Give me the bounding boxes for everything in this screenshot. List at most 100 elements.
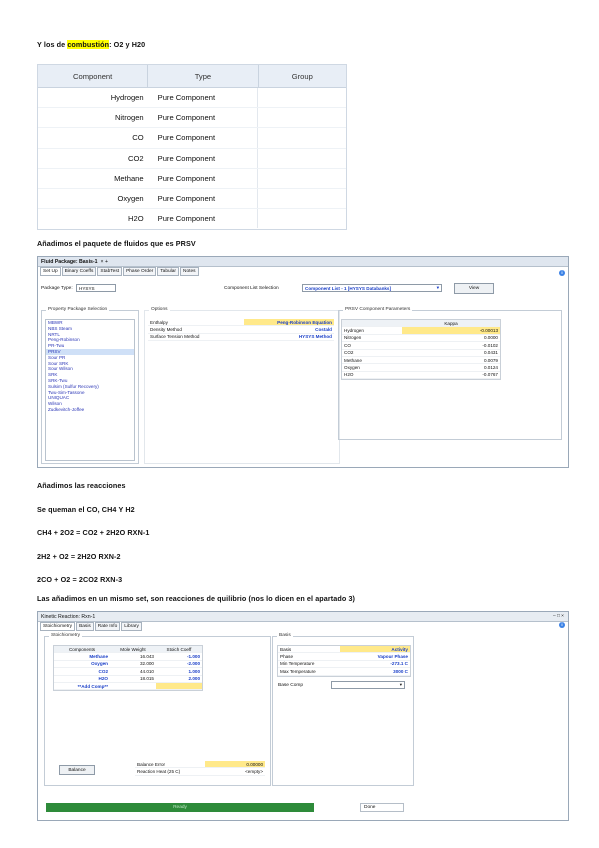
table-row[interactable]: Surface Tension Method HYSYS Method — [148, 334, 334, 342]
table-row[interactable]: Basis Activity — [278, 646, 410, 654]
balance-error-value: 0.00000 — [205, 761, 265, 768]
intro-suffix: : O2 y H20 — [109, 40, 146, 49]
cell-component: Hydrogen — [110, 93, 144, 103]
tab-library[interactable]: Library — [121, 622, 142, 631]
tab-stabtest[interactable]: StabTest — [97, 267, 123, 276]
param-value[interactable]: 0.0431 — [402, 350, 500, 356]
table-row[interactable]: Hydrogen Pure Component — [38, 88, 346, 109]
param-name: H2O — [344, 372, 354, 378]
window-title: Fluid Package: Basis-1 × + — [38, 257, 568, 267]
basis-value[interactable]: Activity — [340, 646, 410, 653]
list-item[interactable]: Zudkevitch-Joffee — [46, 407, 134, 413]
status-right: Done — [360, 803, 404, 812]
cell-coeff[interactable]: 2.000 — [156, 676, 202, 682]
table-row[interactable]: CO -0.0102 — [342, 342, 500, 350]
cell-component: CO2 — [128, 153, 144, 163]
option-value[interactable]: HYSYS Method — [244, 334, 334, 340]
table-row[interactable]: H2O 18.015 2.000 — [54, 676, 202, 683]
table-row[interactable]: Methane 16.043 -1.000 — [54, 653, 202, 661]
reaction-line-3: 2CO + O2 = 2CO2 RXN-3 — [37, 575, 123, 584]
cell-coeff[interactable]: 1.000 — [156, 668, 202, 674]
table-row[interactable]: CO2 0.0431 — [342, 350, 500, 357]
table-row[interactable]: CO2 44.010 1.000 — [54, 668, 202, 676]
property-package-list[interactable]: MBWR NBS Steam NRTL Peng-Robinson PR-Twu… — [45, 319, 135, 461]
header-group[interactable]: Group — [259, 65, 346, 87]
tab-binary-coeffs[interactable]: Binary Coeffs — [61, 267, 97, 276]
basis-value[interactable]: 3000 C — [340, 668, 410, 674]
param-value[interactable]: -0.00013 — [402, 327, 500, 334]
table-row[interactable]: CO2 Pure Component — [38, 148, 346, 169]
table-row[interactable]: Methane 0.0079 — [342, 357, 500, 365]
param-value[interactable]: -0.0102 — [402, 342, 500, 348]
tab-basis[interactable]: Basis — [76, 622, 94, 631]
paragraph-burn: Se queman el CO, CH4 Y H2 — [37, 505, 135, 514]
table-row[interactable]: CO Pure Component — [38, 128, 346, 149]
cell-component: H2O — [128, 214, 144, 224]
param-value[interactable]: 0.0000 — [402, 335, 500, 341]
tab-rate-info[interactable]: Rate Info — [94, 622, 121, 631]
table-row[interactable]: Nitrogen 0.0000 — [342, 335, 500, 343]
tab-notes[interactable]: Notes — [180, 267, 199, 276]
cell-coeff[interactable]: -1.000 — [156, 653, 202, 659]
cell-component: Oxygen — [117, 194, 144, 204]
table-row[interactable]: Density Method Costald — [148, 326, 334, 334]
options-group: Options Enthalpy Peng-Robinson Equation D… — [144, 307, 340, 464]
basis-value[interactable]: Vapour Phase — [340, 653, 410, 659]
cell-type: Pure Component — [157, 214, 216, 224]
table-row[interactable]: Min Temperature -273.1 C — [278, 661, 410, 669]
tab-tabular[interactable]: Tabular — [157, 267, 179, 276]
base-comp-select[interactable]: ▾ — [331, 681, 405, 689]
header-stoich-coeff: Stoich Coeff — [166, 646, 192, 652]
component-list-select[interactable]: Component List - 1 [HYSYS Databanks] ▾ — [302, 284, 442, 292]
info-icon[interactable]: i — [559, 270, 565, 276]
reaction-heat-label: Reaction Heat (25 C) — [137, 769, 181, 775]
table-row[interactable]: H2O Pure Component — [38, 209, 346, 229]
option-value[interactable]: Peng-Robinson Equation — [244, 319, 334, 326]
param-value[interactable]: 0.0079 — [402, 357, 500, 363]
header-type[interactable]: Type — [148, 65, 259, 87]
table-row[interactable]: Oxygen 32.000 -2.000 — [54, 661, 202, 669]
param-name: CO — [344, 342, 351, 348]
table-header: Components Mole Weight Stoich Coeff — [54, 646, 202, 654]
table-row[interactable]: H2O -0.0767 — [342, 372, 500, 380]
option-value[interactable]: Costald — [244, 326, 334, 332]
tab-phase-order[interactable]: Phase Order — [123, 267, 157, 276]
header-component[interactable]: Component — [38, 65, 149, 87]
prsv-params-table: Kappa Hydrogen -0.00013 Nitrogen 0.0000 CO… — [341, 319, 501, 381]
tab-bar: Stoichiometry Basis Rate Info Library — [38, 622, 568, 631]
info-icon[interactable]: i — [559, 622, 565, 628]
tab-stoichiometry[interactable]: Stoichiometry — [40, 622, 76, 631]
window-controls-icon[interactable]: – □ × — [553, 614, 564, 619]
property-package-label: Property Package Selection — [46, 307, 110, 312]
balance-button[interactable]: Balance — [59, 765, 95, 775]
table-row[interactable]: **Add Comp** — [54, 682, 202, 691]
close-tab-icon[interactable]: × + — [101, 259, 109, 265]
cell-group — [257, 148, 346, 168]
cell-group — [257, 108, 346, 128]
table-row[interactable]: Enthalpy Peng-Robinson Equation — [148, 319, 334, 327]
stoichiometry-group: Stoichiometry Components Mole Weight Sto… — [44, 633, 271, 786]
table-row[interactable]: Methane Pure Component — [38, 168, 346, 189]
cell-coeff[interactable]: -2.000 — [156, 661, 202, 667]
package-type-field[interactable]: HYSYS — [76, 284, 116, 292]
table-row[interactable]: Oxygen 0.0124 — [342, 364, 500, 372]
param-value[interactable]: -0.0767 — [402, 372, 500, 378]
view-button[interactable]: View — [454, 283, 494, 294]
cell-type: Pure Component — [157, 133, 216, 143]
table-row[interactable]: Phase Vapour Phase — [278, 653, 410, 661]
tab-setup[interactable]: Set Up — [40, 267, 61, 276]
table-row[interactable]: Hydrogen -0.00013 — [342, 327, 500, 335]
table-row[interactable]: Oxygen Pure Component — [38, 188, 346, 210]
intro-paragraph: Y los de combustión: O2 y H20 — [37, 40, 145, 49]
cell-component: CO2 — [98, 668, 108, 674]
add-comp-cell[interactable]: **Add Comp** — [54, 683, 110, 689]
param-value[interactable]: 0.0124 — [402, 364, 500, 370]
table-header: Kappa — [342, 320, 500, 328]
param-name: CO2 — [344, 350, 354, 356]
table-row[interactable]: Max Temperature 3000 C — [278, 668, 410, 676]
cell-type: Pure Component — [157, 173, 216, 183]
stoich-table: Components Mole Weight Stoich Coeff Meth… — [53, 645, 203, 692]
table-row[interactable]: Nitrogen Pure Component — [38, 108, 346, 129]
basis-value[interactable]: -273.1 C — [340, 661, 410, 667]
window-title: Kinetic Reaction: Rxn-1 – □ × — [38, 612, 568, 622]
